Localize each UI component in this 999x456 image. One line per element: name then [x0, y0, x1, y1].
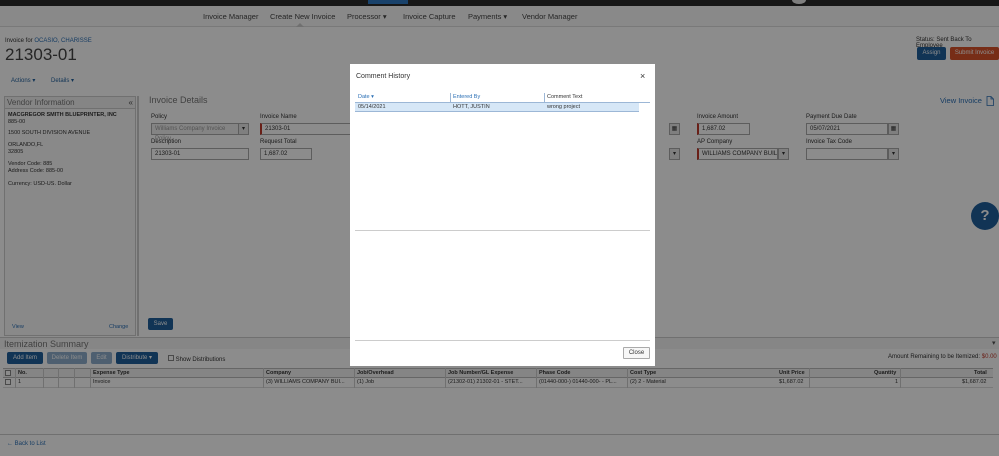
- dialog-footer-divider: [355, 340, 650, 341]
- col-date[interactable]: Date ▾: [358, 94, 374, 100]
- close-icon[interactable]: ×: [640, 71, 645, 81]
- comment-grid-header: Date ▾ Entered By Comment Text: [355, 93, 650, 103]
- grid-divider: [355, 230, 650, 231]
- col-entered-by[interactable]: Entered By: [453, 94, 480, 100]
- col-comment-text[interactable]: Comment Text: [547, 94, 582, 100]
- cell-entered-by: HOTT, JUSTIN: [453, 104, 490, 110]
- header-divider: [544, 93, 545, 102]
- cell-date: 05/14/2021: [358, 104, 386, 110]
- header-divider: [450, 93, 451, 102]
- dialog-title: Comment History: [356, 73, 411, 80]
- comment-history-dialog: Comment History × Date ▾ Entered By Comm…: [350, 64, 655, 366]
- close-button[interactable]: Close: [623, 347, 650, 359]
- cell-comment-text: wrong project: [547, 104, 581, 110]
- table-row[interactable]: 05/14/2021 HOTT, JUSTIN wrong project: [355, 103, 639, 112]
